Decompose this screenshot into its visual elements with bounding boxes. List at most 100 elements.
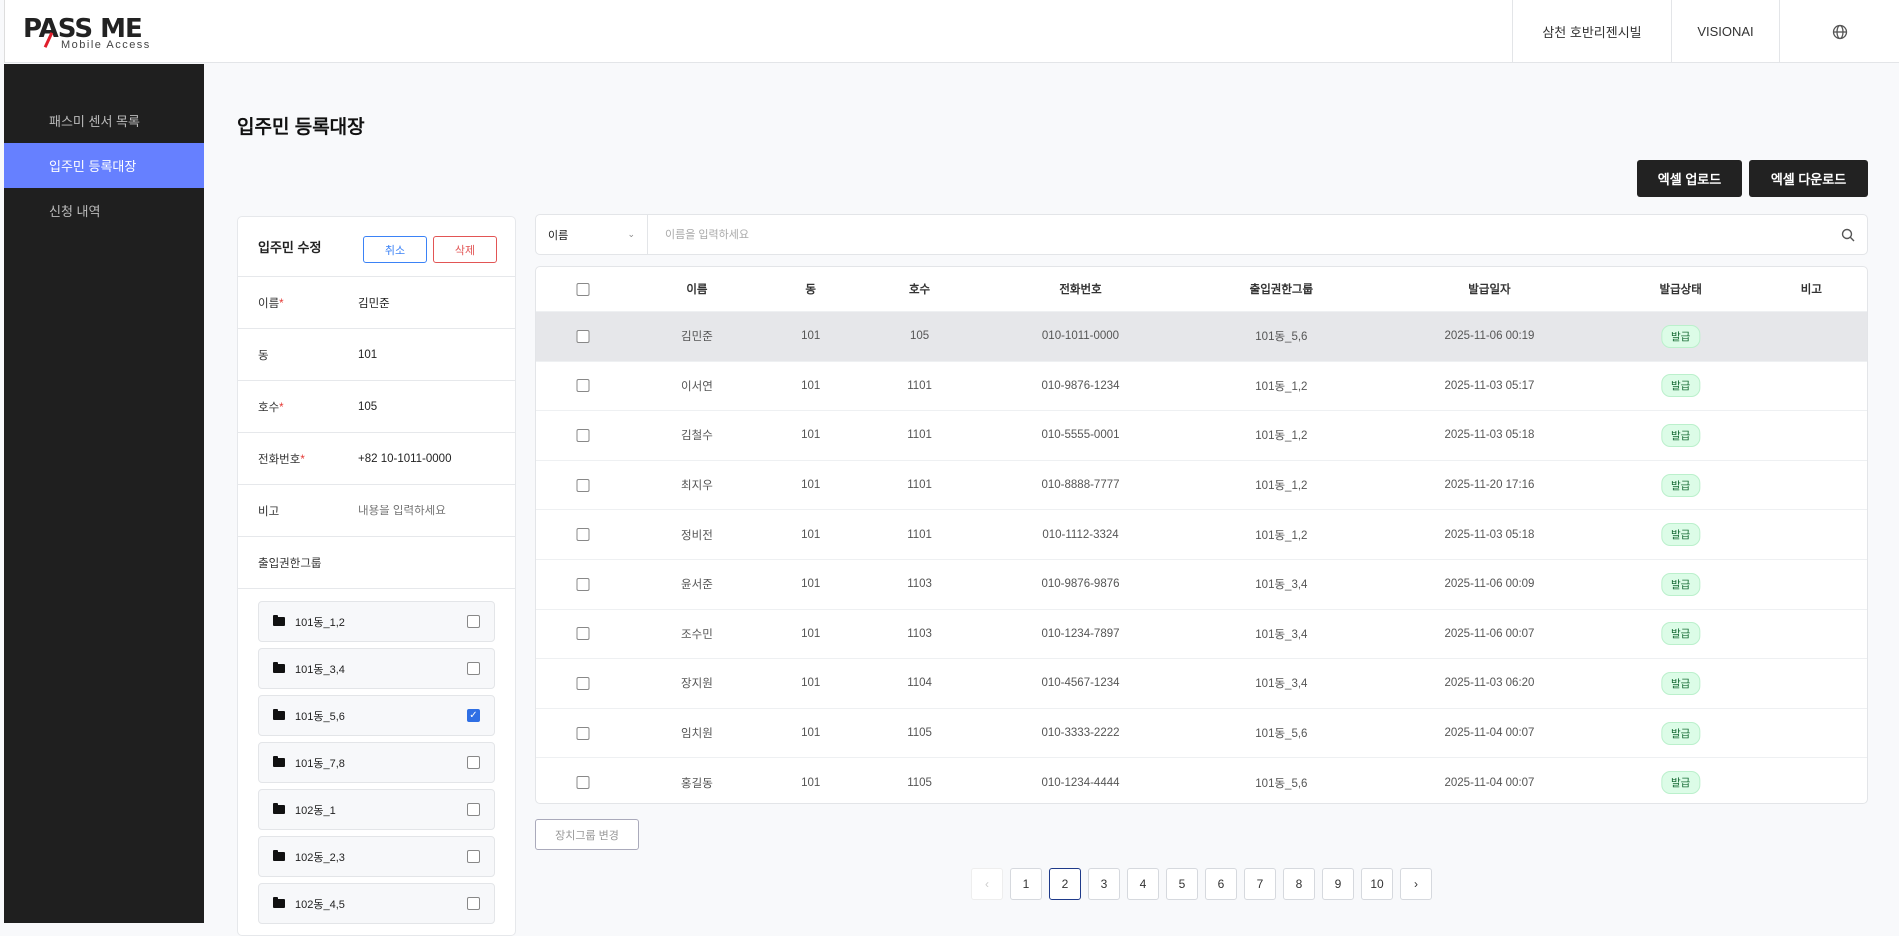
table-cell: 1101 (907, 379, 932, 392)
group-checkbox[interactable] (467, 897, 480, 910)
column-header[interactable]: 출입권한그룹 (1250, 267, 1313, 311)
field-value[interactable]: 101 (358, 349, 377, 361)
page-button[interactable]: 1 (1010, 868, 1042, 900)
group-checkbox[interactable] (467, 756, 480, 769)
table-cell: 105 (909, 330, 930, 343)
column-header[interactable]: 발급상태 (1659, 267, 1701, 311)
page-button[interactable]: 3 (1088, 868, 1120, 900)
field-row: 이름* 김민준 (238, 277, 515, 329)
folder-icon (273, 615, 285, 626)
page-button[interactable]: 8 (1283, 868, 1315, 900)
status-badge: 발급 (1660, 771, 1701, 795)
column-header[interactable]: 전화번호 (1059, 267, 1101, 311)
next-page-button[interactable]: › (1400, 868, 1432, 900)
row-checkbox[interactable] (576, 676, 590, 690)
row-checkbox[interactable] (576, 776, 590, 790)
pass-me-logo[interactable]: PASS ME Mobile Access (23, 14, 163, 52)
row-checkbox[interactable] (576, 528, 590, 542)
table-cell: 2025-11-06 00:19 (1444, 330, 1535, 343)
field-value[interactable]: +82 10-1011-0000 (358, 453, 451, 465)
page-button[interactable]: 4 (1127, 868, 1159, 900)
language-button[interactable] (1779, 0, 1899, 63)
access-group-item[interactable]: 101동_5,6 ✓ (258, 695, 495, 736)
group-name: 101동_5,6 (295, 710, 345, 723)
table-cell: 010-1011-0000 (1041, 330, 1120, 343)
table-cell: 이서연 (681, 380, 713, 393)
page-button[interactable]: 2 (1049, 868, 1081, 900)
select-all-checkbox[interactable] (576, 282, 590, 296)
page-button[interactable]: 7 (1244, 868, 1276, 900)
access-group-item[interactable]: 102동_4,5 (258, 883, 495, 924)
column-header[interactable]: 비고 (1801, 267, 1822, 311)
access-group-item[interactable]: 101동_3,4 (258, 648, 495, 689)
page-title: 입주민 등록대장 (237, 117, 365, 138)
sidebar-item-sensor-list[interactable]: 패스미 센서 목록 (4, 98, 204, 143)
column-header[interactable]: 호수 (909, 267, 930, 311)
row-checkbox[interactable] (576, 577, 590, 591)
table-row[interactable]: 조수민 101 1103 010-1234-7897 101동_3,4 2025-11-0… (536, 610, 1867, 660)
page-button[interactable]: 6 (1205, 868, 1237, 900)
column-header[interactable]: 발급일자 (1468, 267, 1510, 311)
row-checkbox[interactable] (576, 478, 590, 492)
sidebar-item-resident-register[interactable]: 입주민 등록대장 (4, 143, 204, 188)
table-cell: 1104 (907, 677, 932, 690)
field-label: 출입권한그룹 (258, 557, 322, 570)
table-cell: 101동_5,6 (1255, 777, 1308, 790)
memo-input[interactable] (358, 504, 498, 517)
column-header[interactable]: 동 (805, 267, 816, 311)
access-group-item[interactable]: 102동_1 (258, 789, 495, 830)
table-row[interactable]: 최지우 101 1101 010-8888-7777 101동_1,2 2025-11-2… (536, 461, 1867, 511)
group-checkbox[interactable] (467, 615, 480, 628)
field-label: 전화번호* (258, 453, 305, 466)
search-field-select[interactable]: 이름 ⌄ (536, 215, 648, 254)
table-cell: 정비전 (681, 529, 713, 542)
table-row[interactable]: 홍길동 101 1105 010-1234-4444 101동_5,6 2025-11-0… (536, 758, 1867, 803)
change-device-group-button[interactable]: 장치그룹 변경 (535, 819, 639, 850)
user-name[interactable]: VISIONAI (1671, 0, 1779, 63)
page-button[interactable]: 5 (1166, 868, 1198, 900)
cancel-button[interactable]: 취소 (363, 236, 427, 263)
access-group-item[interactable]: 101동_1,2 (258, 601, 495, 642)
table-cell: 101동_1,2 (1255, 529, 1308, 542)
table-cell: 101동_5,6 (1255, 331, 1308, 344)
status-badge: 발급 (1660, 721, 1701, 745)
excel-download-button[interactable]: 엑셀 다운로드 (1749, 160, 1868, 197)
table-row[interactable]: 정비전 101 1101 010-1112-3324 101동_1,2 2025-11-0… (536, 510, 1867, 560)
row-checkbox[interactable] (576, 428, 590, 442)
table-row[interactable]: 장지원 101 1104 010-4567-1234 101동_3,4 2025-11-0… (536, 659, 1867, 709)
group-checkbox[interactable]: ✓ (467, 709, 480, 722)
field-value[interactable]: 김민준 (358, 295, 390, 311)
column-header[interactable]: 이름 (686, 267, 707, 311)
excel-upload-button[interactable]: 엑셀 업로드 (1637, 160, 1742, 197)
group-name: 101동_3,4 (295, 663, 345, 676)
table-row[interactable]: 임치원 101 1105 010-3333-2222 101동_5,6 2025-11-0… (536, 709, 1867, 759)
access-group-item[interactable]: 102동_2,3 (258, 836, 495, 877)
search-input[interactable] (648, 215, 1867, 254)
table-cell: 101 (801, 578, 821, 591)
field-value[interactable]: 105 (358, 401, 377, 413)
row-checkbox[interactable] (576, 726, 590, 740)
group-checkbox[interactable] (467, 803, 480, 816)
site-name[interactable]: 삼천 호반리젠시빌 (1512, 0, 1671, 63)
table-cell: 101 (801, 776, 821, 789)
table-row[interactable]: 김철수 101 1101 010-5555-0001 101동_1,2 2025-11-0… (536, 411, 1867, 461)
table-cell: 010-9876-1234 (1041, 379, 1120, 392)
search-icon[interactable] (1841, 228, 1855, 242)
group-name: 102동_2,3 (295, 851, 345, 864)
table-row[interactable]: 윤서준 101 1103 010-9876-9876 101동_3,4 2025-11-0… (536, 560, 1867, 610)
group-checkbox[interactable] (467, 662, 480, 675)
sidebar-item-requests[interactable]: 신청 내역 (4, 188, 204, 233)
page-button[interactable]: 10 (1361, 868, 1393, 900)
access-group-item[interactable]: 101동_7,8 (258, 742, 495, 783)
table-cell: 010-1112-3324 (1042, 528, 1119, 541)
prev-page-button[interactable]: ‹ (971, 868, 1003, 900)
row-checkbox[interactable] (576, 329, 590, 343)
table-row[interactable]: 김민준 101 105 010-1011-0000 101동_5,6 2025-11-06… (536, 312, 1867, 362)
status-badge: 발급 (1660, 374, 1701, 398)
row-checkbox[interactable] (576, 627, 590, 641)
table-row[interactable]: 이서연 101 1101 010-9876-1234 101동_1,2 2025-11-0… (536, 362, 1867, 412)
page-button[interactable]: 9 (1322, 868, 1354, 900)
row-checkbox[interactable] (576, 379, 590, 393)
group-checkbox[interactable] (467, 850, 480, 863)
delete-button[interactable]: 삭제 (433, 236, 497, 263)
